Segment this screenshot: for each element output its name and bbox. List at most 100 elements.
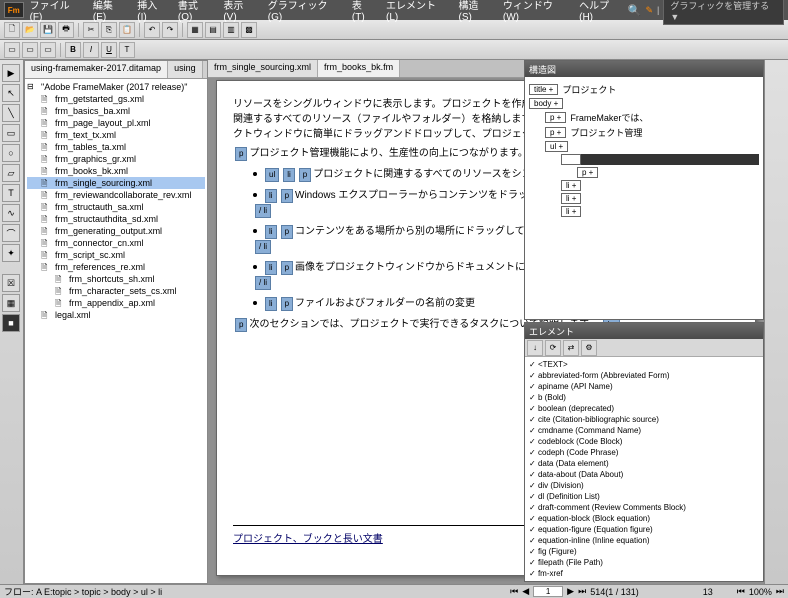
tool-generic-icon[interactable]: ▭ [4, 42, 20, 58]
curve-tool-icon[interactable]: ∿ [2, 204, 20, 222]
element-list-item[interactable]: codeblock (Code Block) [527, 436, 761, 447]
tree-body[interactable]: ⊟"Adobe FrameMaker (2017 release)" 🗎frm_… [25, 79, 207, 583]
zoom-level[interactable]: 100% [749, 587, 772, 597]
tool-generic-icon[interactable]: ▩ [241, 22, 257, 38]
text-tool-icon[interactable]: T [2, 184, 20, 202]
element-list-item[interactable]: div (Division) [527, 480, 761, 491]
element-list-item[interactable]: codeph (Code Phrase) [527, 447, 761, 458]
element-list-item[interactable]: data-about (Data About) [527, 469, 761, 480]
tree-item[interactable]: 🗎frm_character_sets_cs.xml [27, 285, 205, 297]
element-list-item[interactable]: cite (Citation-bibliographic source) [527, 414, 761, 425]
element-list-item[interactable]: data (Data element) [527, 458, 761, 469]
menu-table[interactable]: 表(T) [348, 0, 378, 25]
tool-italic-icon[interactable]: I [83, 42, 99, 58]
tag-li[interactable]: / li [255, 240, 271, 254]
tool-open-icon[interactable]: 📂 [22, 22, 38, 38]
tool-save-icon[interactable]: 💾 [40, 22, 56, 38]
tool-print-icon[interactable]: 🖶 [58, 22, 74, 38]
structure-node[interactable]: li + [561, 193, 759, 204]
menu-help[interactable]: ヘルプ(H) [575, 0, 626, 25]
tool-text-icon[interactable]: T [119, 42, 135, 58]
tool-underline-icon[interactable]: U [101, 42, 117, 58]
elements-panel-title[interactable]: エレメント [525, 323, 763, 339]
element-list-item[interactable]: apiname (API Name) [527, 381, 761, 392]
tree-item[interactable]: 🗎frm_basics_ba.xml [27, 105, 205, 117]
structure-node[interactable]: body + [529, 98, 759, 109]
tag-li[interactable]: li [265, 297, 277, 311]
element-list-item[interactable]: filepath (File Path) [527, 557, 761, 568]
elem-insert-icon[interactable]: ↓ [527, 340, 543, 356]
structure-node[interactable]: li + [561, 206, 759, 217]
page-next-icon[interactable]: ▶ [567, 586, 574, 597]
tree-item[interactable]: 🗎legal.xml [27, 309, 205, 321]
element-list-item[interactable]: equation-block (Block equation) [527, 513, 761, 524]
structure-node[interactable]: li + [561, 154, 759, 165]
arc-tool-icon[interactable]: ⌒ [2, 224, 20, 242]
element-list-item[interactable]: <TEXT> [527, 359, 761, 370]
line-tool-icon[interactable]: ╲ [2, 104, 20, 122]
pointer-tool-icon[interactable]: ↖ [2, 84, 20, 102]
menu-window[interactable]: ウィンドウ(W) [499, 0, 571, 25]
tag-p[interactable]: p [281, 261, 293, 275]
tree-tab-1[interactable]: using-framemaker-2017.ditamap [25, 61, 168, 78]
doc-tab-1[interactable]: frm_single_sourcing.xml [208, 60, 318, 77]
structure-node[interactable]: title +プロジェクト [529, 83, 759, 96]
element-list-item[interactable]: abbreviated-form (Abbreviated Form) [527, 370, 761, 381]
tag-li[interactable]: / li [255, 204, 271, 218]
structure-node[interactable]: p + [577, 167, 759, 178]
tag-p[interactable]: p [235, 147, 247, 161]
menu-structure[interactable]: 構造(S) [454, 0, 494, 25]
tree-item[interactable]: 🗎frm_appendix_ap.xml [27, 297, 205, 309]
tool-generic-icon[interactable]: ▥ [223, 22, 239, 38]
tool-cut-icon[interactable]: ✂ [83, 22, 99, 38]
tree-item[interactable]: 🗎frm_getstarted_gs.xml [27, 93, 205, 105]
tool-generic-icon[interactable]: ▦ [187, 22, 203, 38]
element-list-item[interactable]: dl (Definition List) [527, 491, 761, 502]
structure-node[interactable]: p +プロジェクト管理 [545, 126, 759, 139]
element-list-item[interactable]: b (Bold) [527, 392, 761, 403]
graphics-manager-dropdown[interactable]: グラフィックを管理する ▼ [663, 0, 784, 25]
structure-panel-title[interactable]: 構造図 [525, 61, 763, 77]
tree-item[interactable]: 🗎frm_graphics_gr.xml [27, 153, 205, 165]
fill-none-icon[interactable]: ☒ [2, 274, 20, 292]
tree-item[interactable]: 🗎frm_generating_output.xml [27, 225, 205, 237]
elem-options-icon[interactable]: ⚙ [581, 340, 597, 356]
tag-p[interactable]: p [281, 225, 293, 239]
tag-li[interactable]: li [265, 225, 277, 239]
tree-item[interactable]: 🗎frm_text_tx.xml [27, 129, 205, 141]
fill-solid-icon[interactable]: ■ [2, 314, 20, 332]
tree-tab-2[interactable]: using [168, 61, 203, 78]
search-icon[interactable]: 🔍 [628, 4, 642, 17]
tag-ul[interactable]: ul [265, 168, 279, 182]
tool-generic-icon[interactable]: ▭ [22, 42, 38, 58]
tool-generic-icon[interactable]: ▭ [40, 42, 56, 58]
selection-tool-icon[interactable]: ▶ [2, 64, 20, 82]
polygon-tool-icon[interactable]: ▱ [2, 164, 20, 182]
element-list-item[interactable]: equation-inline (Inline equation) [527, 535, 761, 546]
element-list-item[interactable]: fm-xref [527, 568, 761, 579]
elem-wrap-icon[interactable]: ⟳ [545, 340, 561, 356]
tool-redo-icon[interactable]: ↷ [162, 22, 178, 38]
tree-item[interactable]: 🗎frm_structauthdita_sd.xml [27, 213, 205, 225]
tree-item[interactable]: 🗎frm_script_sc.xml [27, 249, 205, 261]
menu-element[interactable]: エレメント(L) [382, 0, 450, 25]
elem-change-icon[interactable]: ⇄ [563, 340, 579, 356]
element-list-item[interactable]: equation-figure (Equation figure) [527, 524, 761, 535]
tool-paste-icon[interactable]: 📋 [119, 22, 135, 38]
page-prev-icon[interactable]: ◀ [522, 586, 529, 597]
tag-p[interactable]: p [281, 189, 293, 203]
tree-item[interactable]: 🗎frm_books_bk.xml [27, 165, 205, 177]
page-last-icon[interactable]: ⏭ [578, 586, 586, 597]
tool-icon[interactable]: ✦ [2, 244, 20, 262]
rect-tool-icon[interactable]: ▭ [2, 124, 20, 142]
tree-root[interactable]: ⊟"Adobe FrameMaker (2017 release)" [27, 81, 205, 93]
oval-tool-icon[interactable]: ○ [2, 144, 20, 162]
tag-p[interactable]: p [281, 297, 293, 311]
tag-li[interactable]: li [265, 189, 277, 203]
tag-li[interactable]: / li [255, 276, 271, 290]
tree-item[interactable]: 🗎frm_connector_cn.xml [27, 237, 205, 249]
zoom-in-icon[interactable]: ⏭ [776, 586, 784, 597]
fill-pattern-icon[interactable]: ▦ [2, 294, 20, 312]
tree-item[interactable]: 🗎frm_references_re.xml [27, 261, 205, 273]
page-current-input[interactable] [533, 586, 563, 597]
